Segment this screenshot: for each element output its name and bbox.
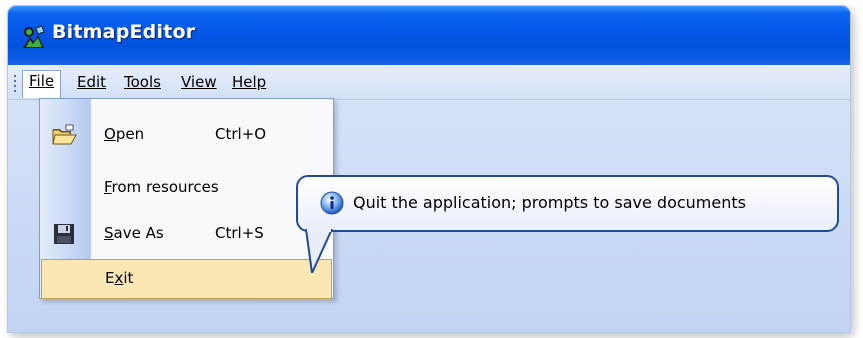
menu-item-open[interactable]: Open Ctrl+O <box>40 115 333 155</box>
menubar-grip[interactable] <box>14 75 17 95</box>
tooltip-tail <box>305 229 333 273</box>
menu-help-label: Help <box>232 73 267 91</box>
open-folder-icon <box>52 124 77 145</box>
app-icon <box>23 25 45 48</box>
info-icon <box>320 191 344 215</box>
menu-item-open-label: Open <box>104 125 145 143</box>
menu-file-label: File <box>29 72 55 90</box>
floppy-disk-icon <box>54 224 74 244</box>
menu-edit[interactable]: Edit <box>71 71 112 93</box>
app-window: BitmapEditor File Edit Tools View Help O… <box>8 6 850 332</box>
menu-edit-label: Edit <box>77 73 107 91</box>
menu-file[interactable]: File <box>22 70 62 98</box>
menu-item-exit[interactable]: Exit <box>41 259 332 299</box>
exit-tooltip: Quit the application; prompts to save do… <box>296 175 839 232</box>
menu-item-exit-label: Exit <box>105 269 134 287</box>
menu-item-from-resources[interactable]: From resources <box>40 168 333 208</box>
menu-bar: File Edit Tools View Help <box>8 65 850 100</box>
menu-view-label: View <box>181 73 217 91</box>
menu-view[interactable]: View <box>175 71 223 93</box>
menu-help[interactable]: Help <box>226 71 272 93</box>
menu-item-save-as-shortcut: Ctrl+S <box>215 224 264 242</box>
file-menu-dropdown: Open Ctrl+O From resources Save As Ctrl+… <box>39 98 334 299</box>
menu-item-from-resources-label: From resources <box>104 178 219 196</box>
menu-tools-label: Tools <box>124 73 161 91</box>
menu-item-save-as[interactable]: Save As Ctrl+S <box>40 214 333 254</box>
title-bar[interactable]: BitmapEditor <box>8 6 850 65</box>
menu-item-save-as-label: Save As <box>104 224 164 242</box>
tooltip-text: Quit the application; prompts to save do… <box>353 193 746 212</box>
window-title: BitmapEditor <box>52 21 196 43</box>
menu-tools[interactable]: Tools <box>118 71 167 93</box>
menu-item-open-shortcut: Ctrl+O <box>215 125 267 143</box>
